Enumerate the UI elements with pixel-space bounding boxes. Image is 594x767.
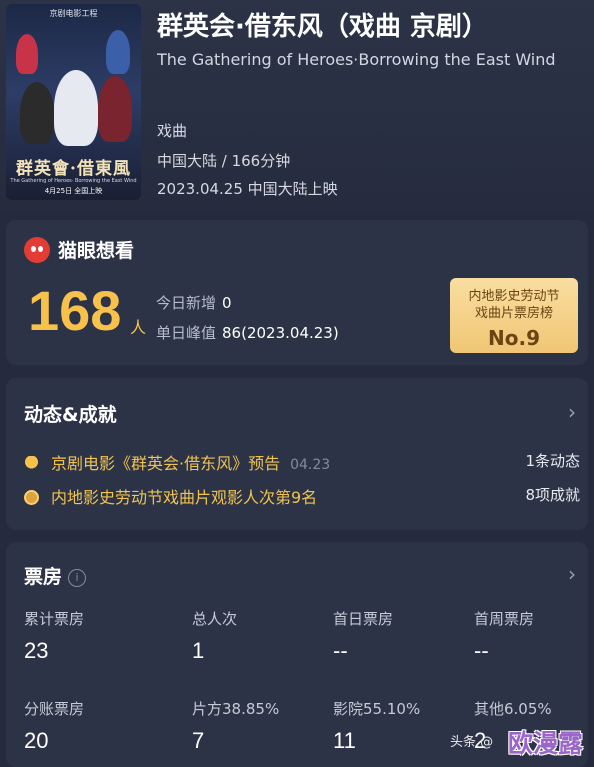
poster-top-text: 京剧电影工程 (49, 9, 98, 18)
today-new-stat: 今日新增 0 (156, 292, 232, 313)
maoyan-logo-icon (24, 237, 50, 263)
want-to-see-card: 猫眼想看 168 人 今日新增 0 单日峰值 86(2023.04.23) 内地影史… (6, 220, 588, 365)
movie-header: 京剧电影工程 群英會·借東風 The Gathering of Heroes· … (0, 0, 594, 212)
dynamics-item-text: 京剧电影《群英会·借东风》预告 (51, 454, 281, 473)
ranking-badge[interactable]: 内地影史劳动节 戏曲片票房榜 No.9 (450, 278, 578, 353)
total-admissions-value: 1 (192, 638, 205, 663)
watermark-brand: 欧漫露 (508, 729, 584, 758)
daily-peak-label: 单日峰值 (156, 324, 217, 342)
chevron-right-icon[interactable]: › (568, 562, 576, 586)
dynamics-card[interactable]: 动态&成就 › 京剧电影《群英会·借东风》预告 04.23 1条动态 内地影史劳动… (6, 378, 588, 530)
movie-english-title: The Gathering of Heroes·Borrowing the Ea… (157, 50, 556, 69)
producer-share-label: 片方38.85% (192, 700, 280, 718)
cumulative-box-office-value: 23 (24, 638, 49, 663)
box-office-card[interactable]: 票房 i › 累计票房 23 总人次 1 首日票房 -- 首周票房 -- 分账票房… (6, 542, 588, 767)
box-office-title: 票房 (24, 566, 63, 588)
dynamics-title: 动态&成就 (24, 404, 117, 426)
split-box-office-label: 分账票房 (24, 700, 85, 718)
want-count-unit: 人 (130, 318, 147, 337)
poster-figure (98, 76, 132, 142)
poster-figure (106, 30, 130, 74)
ranking-line-2: 戏曲片票房榜 (474, 306, 553, 321)
poster-date: 4月25日 全国上映 (44, 187, 103, 195)
poster-figure (20, 82, 54, 144)
ranking-line-1: 内地影史劳动节 (468, 289, 560, 304)
today-new-value: 0 (222, 294, 232, 312)
cinema-share-value: 11 (333, 728, 356, 753)
poster-figure (16, 34, 38, 74)
poster-subtitle: The Gathering of Heroes· Borrowing the E… (10, 178, 137, 184)
producer-share-value: 7 (192, 728, 205, 753)
daily-peak-stat: 单日峰值 86(2023.04.23) (156, 322, 339, 343)
want-to-see-label: 猫眼想看 (58, 240, 135, 262)
ranking-number: No.9 (488, 326, 540, 350)
watermark-source: 头条 @ (450, 735, 494, 750)
box-office-section-title: 票房 i (24, 562, 87, 589)
poster-title: 群英會·借東風 (16, 159, 131, 179)
total-admissions-label: 总人次 (192, 610, 238, 628)
medal-icon (24, 490, 39, 505)
dynamics-item[interactable]: 京剧电影《群英会·借东风》预告 04.23 1条动态 (24, 450, 580, 476)
first-week-box-office-value: -- (474, 638, 489, 663)
cinema-share-label: 影院55.10% (333, 700, 421, 718)
daily-peak-value: 86(2023.04.23) (222, 324, 339, 342)
chevron-right-icon[interactable]: › (568, 400, 576, 424)
movie-genre: 戏曲 (157, 122, 188, 140)
movie-poster[interactable]: 京剧电影工程 群英會·借東風 The Gathering of Heroes· … (6, 4, 141, 200)
achievement-item[interactable]: 内地影史劳动节戏曲片观影人次第9名 8项成就 (24, 484, 580, 510)
info-icon[interactable]: i (68, 569, 87, 587)
today-new-label: 今日新增 (156, 294, 217, 312)
achievement-item-text: 内地影史劳动节戏曲片观影人次第9名 (51, 488, 318, 507)
first-week-box-office-label: 首周票房 (474, 610, 535, 628)
dynamics-item-date: 04.23 (290, 457, 331, 473)
movie-region-duration: 中国大陆 / 166分钟 (157, 152, 291, 170)
achievement-count: 8项成就 (525, 486, 580, 504)
split-box-office-value: 20 (24, 728, 49, 753)
movie-title: 群英会·借东风（戏曲 京剧） (157, 12, 488, 42)
bell-icon (24, 456, 39, 471)
first-day-box-office-label: 首日票房 (333, 610, 394, 628)
poster-figure (54, 70, 98, 146)
want-count: 168 (28, 279, 122, 342)
first-day-box-office-value: -- (333, 638, 348, 663)
dynamics-count: 1条动态 (525, 452, 580, 470)
other-share-label: 其他6.05% (474, 700, 552, 718)
cumulative-box-office-label: 累计票房 (24, 610, 85, 628)
movie-release-date: 2023.04.25 中国大陆上映 (157, 180, 338, 198)
